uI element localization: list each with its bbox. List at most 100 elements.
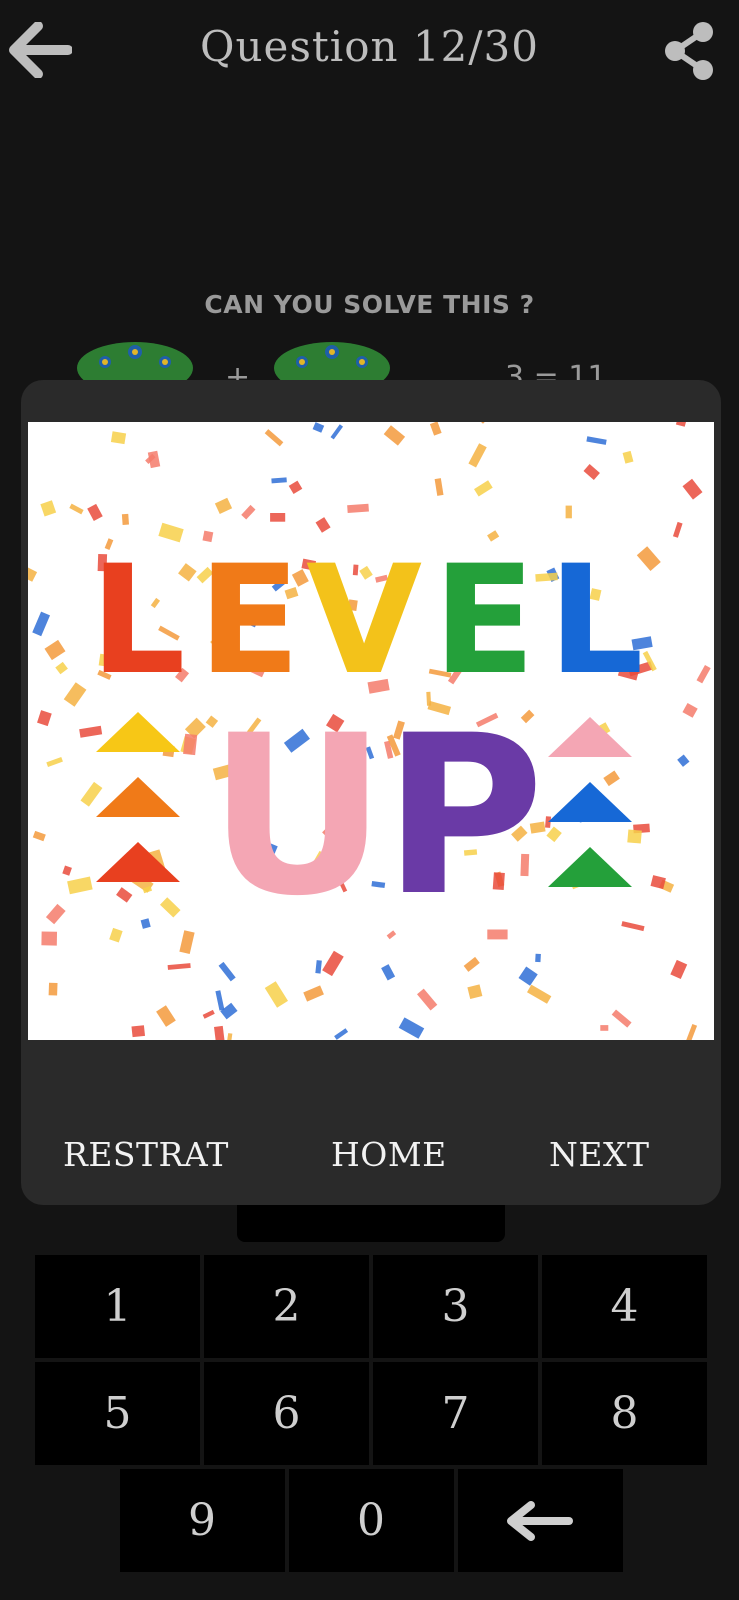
confetti-piece bbox=[467, 984, 483, 999]
banner-level-e2: E bbox=[433, 534, 535, 708]
confetti-piece bbox=[381, 964, 396, 981]
confetti-piece bbox=[479, 422, 498, 424]
confetti-piece bbox=[398, 1017, 425, 1039]
confetti-piece bbox=[627, 829, 642, 844]
home-button[interactable]: HOME bbox=[331, 1135, 447, 1174]
confetti-piece bbox=[264, 981, 288, 1008]
banner-up-p: P bbox=[383, 688, 544, 944]
confetti-piece bbox=[696, 664, 711, 684]
confetti-piece bbox=[48, 982, 58, 996]
share-icon bbox=[665, 22, 713, 80]
confetti-piece bbox=[565, 505, 572, 519]
confetti-piece bbox=[264, 429, 284, 447]
key-1[interactable]: 1 bbox=[35, 1255, 200, 1358]
confetti-piece bbox=[611, 1009, 632, 1028]
confetti-piece bbox=[546, 826, 562, 843]
confetti-piece bbox=[241, 504, 256, 520]
key-0[interactable]: 0 bbox=[288, 1469, 454, 1572]
confetti-piece bbox=[67, 876, 93, 895]
confetti-piece bbox=[110, 431, 127, 445]
confetti-piece bbox=[474, 480, 493, 497]
arrow-up-icon bbox=[96, 777, 180, 817]
confetti-piece bbox=[383, 425, 406, 446]
level-up-illustration: L E V E L U P bbox=[28, 422, 711, 1040]
confetti-piece bbox=[675, 422, 691, 427]
confetti-piece bbox=[41, 931, 58, 946]
confetti-piece bbox=[179, 930, 195, 955]
confetti-piece bbox=[46, 756, 63, 767]
confetti-piece bbox=[214, 497, 233, 514]
confetti-piece bbox=[218, 961, 236, 982]
confetti-piece bbox=[28, 563, 38, 582]
confetti-piece bbox=[322, 950, 344, 977]
confetti-piece bbox=[214, 1025, 226, 1040]
banner-level-v: V bbox=[306, 534, 422, 708]
confetti-piece bbox=[429, 422, 442, 436]
key-5[interactable]: 5 bbox=[35, 1362, 200, 1465]
confetti-piece bbox=[685, 1024, 698, 1040]
confetti-piece bbox=[347, 503, 369, 513]
arrow-up-icon bbox=[96, 842, 180, 882]
arrow-up-icon bbox=[96, 712, 180, 752]
confetti-piece bbox=[63, 682, 87, 707]
confetti-piece bbox=[37, 710, 52, 727]
number-keypad: 1 2 3 4 5 6 7 8 9 0 bbox=[35, 1255, 707, 1576]
confetti-piece bbox=[79, 725, 103, 738]
confetti-piece bbox=[312, 422, 325, 433]
confetti-piece bbox=[270, 513, 286, 522]
key-4[interactable]: 4 bbox=[542, 1255, 707, 1358]
key-7[interactable]: 7 bbox=[373, 1362, 538, 1465]
confetti-piece bbox=[672, 521, 683, 538]
page-title: Question 12/30 bbox=[200, 22, 539, 71]
confetti-piece bbox=[416, 988, 438, 1011]
confetti-piece bbox=[434, 478, 444, 496]
arrow-up-icon bbox=[548, 717, 632, 757]
confetti-piece bbox=[545, 816, 552, 828]
confetti-piece bbox=[334, 1028, 349, 1040]
confetti-piece bbox=[330, 424, 344, 440]
level-up-banner: L E V E L U P bbox=[28, 422, 714, 1040]
backspace-key[interactable] bbox=[457, 1469, 623, 1572]
question-prompt: CAN YOU SOLVE THIS ? bbox=[204, 290, 535, 319]
banner-level-l2: L bbox=[548, 534, 644, 708]
backspace-arrow-icon bbox=[507, 1500, 573, 1541]
arrow-up-icon bbox=[548, 782, 632, 822]
confetti-piece bbox=[167, 963, 191, 970]
key-9[interactable]: 9 bbox=[119, 1469, 285, 1572]
banner-level-e1: E bbox=[198, 534, 300, 708]
confetti-piece bbox=[80, 781, 103, 807]
confetti-piece bbox=[682, 478, 703, 500]
confetti-piece bbox=[535, 953, 541, 963]
confetti-piece bbox=[140, 918, 151, 929]
confetti-piece bbox=[586, 436, 607, 445]
confetti-piece bbox=[670, 959, 688, 980]
confetti-piece bbox=[303, 985, 324, 1002]
confetti-piece bbox=[226, 1033, 233, 1040]
confetti-piece bbox=[183, 733, 198, 756]
share-button[interactable] bbox=[661, 20, 717, 82]
restart-button[interactable]: RESTRAT bbox=[63, 1135, 229, 1174]
confetti-piece bbox=[40, 500, 57, 517]
key-6[interactable]: 6 bbox=[204, 1362, 369, 1465]
confetti-piece bbox=[116, 887, 133, 903]
banner-up-u: U bbox=[208, 688, 387, 944]
key-3[interactable]: 3 bbox=[373, 1255, 538, 1358]
confetti-piece bbox=[527, 984, 552, 1004]
banner-level-l1: L bbox=[90, 534, 186, 708]
confetti-piece bbox=[518, 966, 538, 986]
next-button[interactable]: NEXT bbox=[549, 1135, 649, 1174]
confetti-piece bbox=[622, 450, 634, 464]
confetti-piece bbox=[55, 661, 68, 675]
confetti-piece bbox=[468, 443, 487, 468]
confetti-piece bbox=[650, 875, 666, 890]
confetti-piece bbox=[160, 897, 181, 918]
confetti-piece bbox=[463, 956, 480, 972]
top-bar: Question 12/30 bbox=[0, 0, 739, 100]
confetti-piece bbox=[621, 921, 645, 932]
key-8[interactable]: 8 bbox=[542, 1362, 707, 1465]
confetti-piece bbox=[677, 754, 690, 767]
confetti-piece bbox=[45, 903, 66, 925]
key-2[interactable]: 2 bbox=[204, 1255, 369, 1358]
confetti-piece bbox=[109, 927, 123, 943]
dialog-actions: RESTRAT HOME NEXT bbox=[21, 1135, 721, 1195]
